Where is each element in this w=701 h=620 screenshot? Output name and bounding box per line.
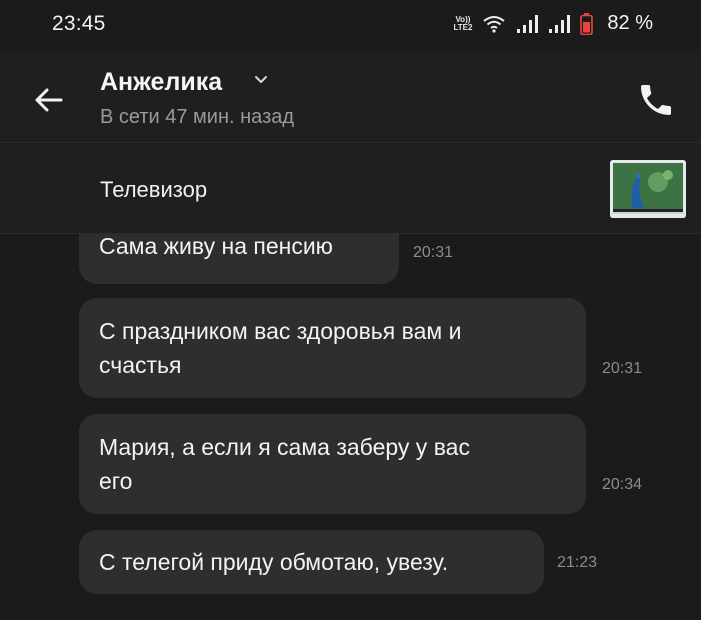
message-bubble[interactable]: Сама живу на пенсию [79,234,399,284]
product-title: Телевизор [100,177,208,202]
message-bubble[interactable]: С телегой приду обмотаю, увезу. [79,530,544,594]
signal-icon-sim1 [517,14,539,33]
tv-with-peacock-image [610,160,686,218]
wifi-icon [483,15,506,33]
battery-percent: 82 % [607,12,653,34]
message-time: 20:31 [413,244,454,261]
phone-icon[interactable] [636,80,676,120]
message-text: С праздником вас здоровья вам и счастья [99,318,462,378]
battery-icon [580,12,594,35]
message-time: 21:23 [557,554,598,571]
message-text: Мария, а если я сама заберу у вас его [99,434,470,494]
chevron-down-icon[interactable] [253,72,269,88]
signal-icon-sim2 [549,14,571,33]
message-time: 20:34 [602,476,643,493]
message-bubble[interactable]: С праздником вас здоровья вам и счастья [79,298,586,398]
message-time: 20:31 [602,360,643,377]
volte-icon: Vo)) LTE2 [453,14,473,32]
message-list[interactable]: Сама живу на пенсию 20:31 С праздником в… [0,234,701,620]
contact-name[interactable]: Анжелика [100,68,222,97]
status-bar: 23:45 Vo)) LTE2 82 % [0,0,701,50]
product-banner[interactable]: Телевизор [0,142,701,234]
last-seen-status: В сети 47 мин. назад [100,106,295,128]
product-thumbnail[interactable] [610,160,686,218]
status-icons: Vo)) LTE2 82 % [453,12,653,35]
back-arrow-icon[interactable] [30,82,66,118]
message-text: С телегой приду обмотаю, увезу. [99,549,449,575]
message-text: Сама живу на пенсию [99,234,333,259]
chat-header: Анжелика В сети 47 мин. назад [0,50,701,142]
message-bubble[interactable]: Мария, а если я сама заберу у вас его [79,414,586,514]
status-time: 23:45 [52,12,106,35]
